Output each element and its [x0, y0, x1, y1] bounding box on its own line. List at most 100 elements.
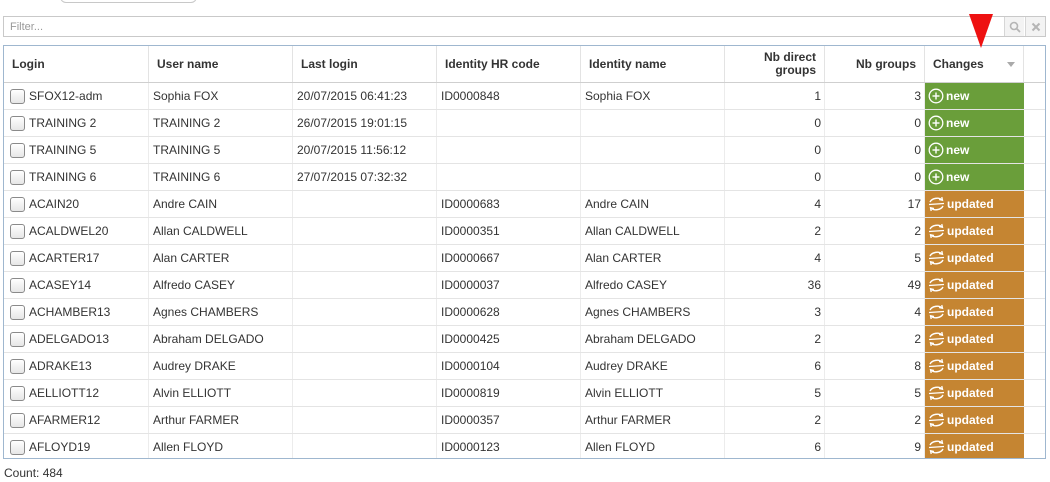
cell-last-login: 27/07/2015 07:32:32	[293, 164, 437, 190]
cell-text: 49	[907, 278, 921, 292]
cell-text: Arthur FARMER	[153, 413, 240, 427]
table-row[interactable]: ACHAMBER13 Agnes CHAMBERS ID0000628 Agnes C…	[4, 299, 1045, 326]
change-label: new	[946, 89, 970, 103]
table-row[interactable]: ACASEY14 Alfredo CASEY ID0000037 Alfredo CA…	[4, 272, 1045, 299]
cell-text: ID0000037	[441, 278, 500, 292]
cell-last-login: 26/07/2015 19:01:15	[293, 110, 437, 136]
table-row[interactable]: AFARMER12 Arthur FARMER ID0000357 Arthur FA…	[4, 407, 1045, 434]
cell-text: Abraham DELGADO	[153, 332, 264, 346]
row-checkbox[interactable]	[10, 88, 25, 104]
change-badge-new: new	[925, 110, 1024, 136]
row-checkbox[interactable]	[10, 169, 25, 185]
column-header-identity-name[interactable]: Identity name	[581, 46, 725, 82]
table-row[interactable]: ADELGADO13 Abraham DELGADO ID0000425 Abraha…	[4, 326, 1045, 353]
column-header-label: User name	[157, 56, 219, 71]
cell-nb-direct-groups: 36	[725, 272, 825, 298]
filter-clear-button[interactable]	[1025, 17, 1045, 36]
cell-login: ACASEY14	[4, 272, 149, 298]
cell-identity-hr-code: ID0000628	[437, 299, 581, 325]
cell-text: Alan CARTER	[585, 251, 662, 265]
filter-input[interactable]	[4, 17, 1004, 36]
row-checkbox[interactable]	[10, 358, 25, 374]
table-row[interactable]: ACAIN20 Andre CAIN ID0000683 Andre CAIN 4 17 u…	[4, 191, 1045, 218]
cell-nb-groups: 2	[825, 218, 925, 244]
cell-identity-hr-code	[437, 164, 581, 190]
sort-dropdown-icon[interactable]	[1007, 61, 1015, 67]
change-label: updated	[947, 197, 994, 211]
table-row[interactable]: AELLIOTT12 Alvin ELLIOTT ID0000819 Alvin EL…	[4, 380, 1045, 407]
column-header-last-login[interactable]: Last login	[293, 46, 437, 82]
refresh-arrows-icon	[928, 250, 945, 266]
row-checkbox[interactable]	[10, 142, 25, 158]
table-row[interactable]: SFOX12-adm Sophia FOX 20/07/2015 06:41:23 I…	[4, 83, 1045, 110]
column-header-label: Last login	[301, 56, 358, 71]
cell-text: SFOX12-adm	[29, 89, 103, 103]
row-checkbox[interactable]	[10, 331, 25, 347]
cell-identity-name: Abraham DELGADO	[581, 326, 725, 352]
filter-search-button[interactable]	[1004, 17, 1024, 36]
column-header-login[interactable]: Login	[4, 46, 149, 82]
cell-text: Allen FLOYD	[153, 440, 224, 454]
row-checkbox[interactable]	[10, 385, 25, 401]
column-header-label: Identity name	[589, 56, 667, 71]
row-checkbox[interactable]	[10, 250, 25, 266]
record-count: Count: 484	[4, 466, 63, 480]
cell-text: 0	[914, 143, 921, 157]
cell-login: ADRAKE13	[4, 353, 149, 379]
table-row[interactable]: ACALDWEL20 Allan CALDWELL ID0000351 Allan C…	[4, 218, 1045, 245]
cell-text: ADRAKE13	[29, 359, 92, 373]
table-row[interactable]: AFLOYD19 Allen FLOYD ID0000123 Allen FLOYD 6…	[4, 434, 1045, 458]
cell-user-name: Alfredo CASEY	[149, 272, 293, 298]
table-row[interactable]: ACARTER17 Alan CARTER ID0000667 Alan CARTER…	[4, 245, 1045, 272]
cell-nb-direct-groups: 6	[725, 434, 825, 458]
table-row[interactable]: ADRAKE13 Audrey DRAKE ID0000104 Audrey DRAK…	[4, 353, 1045, 380]
cell-text: 17	[907, 197, 921, 211]
cell-nb-direct-groups: 2	[725, 326, 825, 352]
cell-nb-direct-groups: 3	[725, 299, 825, 325]
cell-nb-direct-groups: 2	[725, 407, 825, 433]
change-label: updated	[947, 251, 994, 265]
cell-nb-direct-groups: 0	[725, 110, 825, 136]
cell-user-name: Alvin ELLIOTT	[149, 380, 293, 406]
row-checkbox[interactable]	[10, 412, 25, 428]
cell-nb-groups: 5	[825, 245, 925, 271]
cell-text: AFLOYD19	[29, 440, 91, 454]
cell-identity-hr-code: ID0000037	[437, 272, 581, 298]
row-checkbox[interactable]	[10, 304, 25, 320]
cell-text: 6	[814, 440, 821, 454]
cell-text: 8	[914, 359, 921, 373]
refresh-arrows-icon	[928, 358, 945, 374]
cell-user-name: Abraham DELGADO	[149, 326, 293, 352]
cell-text: ID0000104	[441, 359, 500, 373]
cell-text: Alvin ELLIOTT	[153, 386, 232, 400]
row-checkbox[interactable]	[10, 196, 25, 212]
row-checkbox[interactable]	[10, 277, 25, 293]
cell-last-login	[293, 326, 437, 352]
column-header-nb-groups[interactable]: Nb groups	[825, 46, 925, 82]
cell-identity-hr-code: ID0000425	[437, 326, 581, 352]
column-header-changes[interactable]: Changes	[925, 46, 1024, 82]
cell-last-login: 20/07/2015 06:41:23	[293, 83, 437, 109]
cell-login: ACHAMBER13	[4, 299, 149, 325]
column-header-identity-hr-code[interactable]: Identity HR code	[437, 46, 581, 82]
row-checkbox[interactable]	[10, 223, 25, 239]
cell-user-name: Arthur FARMER	[149, 407, 293, 433]
cell-text: Arthur FARMER	[585, 413, 672, 427]
cell-last-login	[293, 245, 437, 271]
table-row[interactable]: TRAINING 2 TRAINING 2 26/07/2015 19:01:15 0…	[4, 110, 1045, 137]
column-header-nb-direct-groups[interactable]: Nb direct groups	[725, 46, 825, 82]
cell-login: SFOX12-adm	[4, 83, 149, 109]
cell-text: 20/07/2015 06:41:23	[297, 89, 408, 103]
cell-text: TRAINING 6	[29, 170, 97, 184]
cell-last-login	[293, 407, 437, 433]
cell-text: ID0000123	[441, 440, 500, 454]
cell-user-name: TRAINING 6	[149, 164, 293, 190]
column-header-user-name[interactable]: User name	[149, 46, 293, 82]
table-row[interactable]: TRAINING 6 TRAINING 6 27/07/2015 07:32:32 0…	[4, 164, 1045, 191]
cell-nb-groups: 0	[825, 137, 925, 163]
cell-text: ID0000357	[441, 413, 500, 427]
refresh-arrows-icon	[928, 304, 945, 320]
row-checkbox[interactable]	[10, 439, 25, 455]
row-checkbox[interactable]	[10, 115, 25, 131]
table-row[interactable]: TRAINING 5 TRAINING 5 20/07/2015 11:56:12 0…	[4, 137, 1045, 164]
